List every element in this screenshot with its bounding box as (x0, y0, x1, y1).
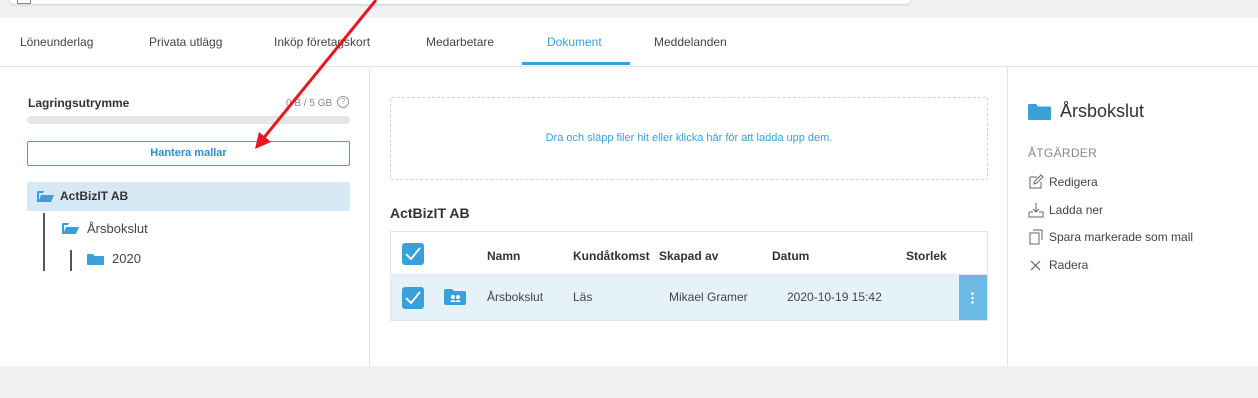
cell-name: Årsbokslut (487, 290, 544, 304)
tree-item-actbizit-ab[interactable]: ActBizIT AB (27, 182, 350, 211)
upload-dropzone[interactable]: Dra och släpp filer hit eller klicka här… (390, 97, 988, 180)
folder-icon (1028, 104, 1051, 120)
action-label: Radera (1049, 258, 1089, 272)
row-menu-button[interactable] (959, 275, 987, 320)
table-header: Namn Kundåtkomst Skapad av Datum Storlek (391, 232, 987, 275)
column-header-storlek[interactable]: Storlek (906, 249, 947, 263)
column-header-skapad-av[interactable]: Skapad av (659, 249, 718, 263)
column-header-datum[interactable]: Datum (772, 249, 809, 263)
check-icon (405, 247, 421, 261)
column-header-kundatkomst[interactable]: Kundåtkomst (573, 249, 650, 263)
tree-item-arsbokslut[interactable]: Årsbokslut (62, 221, 262, 239)
tab-bar: Löneunderlag Privata utlägg Inköp företa… (0, 18, 1258, 67)
shared-folder-icon (444, 289, 466, 305)
top-panel-edge (10, 0, 910, 4)
left-panel: Lagringsutrymme 0 B / 5 GB ? Hantera mal… (0, 67, 370, 366)
action-delete[interactable]: Radera (1028, 257, 1228, 275)
details-title: Årsbokslut (1060, 101, 1145, 121)
action-label: Ladda ner (1049, 203, 1104, 217)
folder-open-icon (62, 223, 79, 234)
storage-label: Lagringsutrymme (28, 96, 130, 110)
tab-loneunderlag[interactable]: Löneunderlag (20, 35, 93, 49)
active-tab-indicator (522, 62, 630, 65)
tab-inkop-foretagskort[interactable]: Inköp företagskort (274, 35, 370, 49)
action-label: Spara markerade som mall (1049, 230, 1194, 244)
cell-created-by: Mikael Gramer (669, 290, 748, 304)
select-all-checkbox[interactable] (402, 243, 424, 265)
actions-heading: ÅTGÄRDER (1028, 146, 1098, 160)
tree-item-2020[interactable]: 2020 (87, 251, 237, 269)
tree-item-label: Årsbokslut (87, 221, 148, 236)
download-icon (1028, 203, 1044, 218)
documents-table: Namn Kundåtkomst Skapad av Datum Storlek… (390, 231, 988, 321)
row-checkbox[interactable] (402, 287, 424, 309)
tab-dokument[interactable]: Dokument (547, 35, 602, 49)
copy-icon (1029, 229, 1043, 245)
documents-card: Löneunderlag Privata utlägg Inköp företa… (0, 18, 1258, 366)
dropzone-text: Dra och släpp filer hit eller klicka här… (545, 132, 833, 144)
tree-connector (43, 213, 45, 271)
more-vertical-icon (971, 292, 974, 304)
manage-templates-button[interactable]: Hantera mallar (27, 141, 350, 166)
folder-title: ActBizIT AB (390, 205, 470, 221)
tab-privata-utlagg[interactable]: Privata utlägg (149, 35, 222, 49)
action-label: Redigera (1049, 175, 1098, 189)
help-icon[interactable]: ? (337, 96, 349, 108)
column-header-namn[interactable]: Namn (487, 249, 520, 263)
tree-root-label: ActBizIT AB (60, 189, 129, 203)
action-edit[interactable]: Redigera (1028, 174, 1228, 192)
action-save-as-template[interactable]: Spara markerade som mall (1028, 229, 1253, 247)
cell-date: 2020-10-19 15:42 (787, 290, 882, 304)
folder-icon (87, 254, 104, 265)
cell-access: Läs (573, 290, 593, 304)
storage-value: 0 B / 5 GB (286, 98, 333, 109)
table-row[interactable]: Årsbokslut Läs Mikael Gramer 2020-10-19 … (391, 275, 987, 320)
close-icon (1030, 260, 1041, 271)
details-panel: Årsbokslut ÅTGÄRDER Redigera Ladda ner S… (1007, 67, 1258, 366)
storage-bar (27, 116, 350, 124)
action-download[interactable]: Ladda ner (1028, 202, 1228, 220)
check-icon (405, 291, 421, 305)
tree-item-label: 2020 (112, 251, 141, 266)
tab-medarbetare[interactable]: Medarbetare (426, 35, 494, 49)
folder-open-icon (37, 191, 54, 202)
edit-icon (1029, 174, 1044, 189)
top-checkbox[interactable] (17, 0, 31, 4)
tree-connector-child (70, 250, 72, 271)
tab-meddelanden[interactable]: Meddelanden (654, 35, 727, 49)
